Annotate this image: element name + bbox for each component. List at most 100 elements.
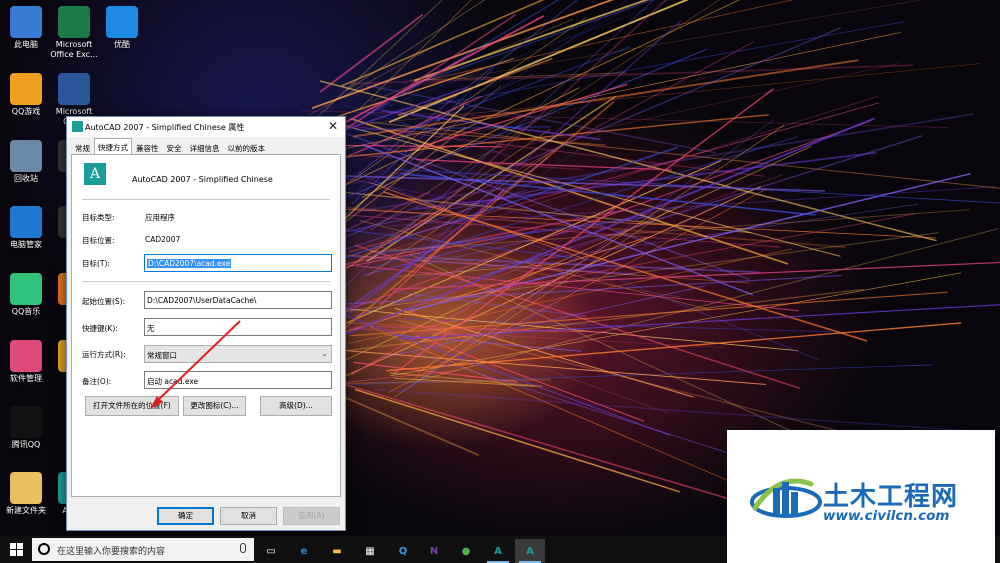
taskbar-item[interactable]: ● bbox=[451, 539, 481, 563]
taskbar-item[interactable]: ▦ bbox=[355, 539, 385, 563]
target-label: 目标(T): bbox=[82, 259, 110, 268]
qq-music-icon bbox=[10, 273, 42, 305]
browser-q-icon: Q bbox=[398, 545, 408, 557]
shortcut-key-label: 快捷键(K): bbox=[82, 324, 118, 333]
run-select[interactable]: 常规窗口 ⌄ bbox=[144, 345, 332, 363]
pc-manager-icon bbox=[10, 206, 42, 238]
light-ray bbox=[406, 228, 999, 384]
start-button[interactable] bbox=[10, 543, 23, 556]
taskbar-item[interactable]: ▭ bbox=[256, 539, 286, 563]
light-ray bbox=[390, 272, 962, 377]
shortcut-key-field[interactable]: 无 bbox=[144, 318, 332, 336]
word-icon bbox=[58, 73, 90, 105]
taskbar-item[interactable]: ▬ bbox=[322, 539, 352, 563]
dialog-titlebar[interactable]: AutoCAD 2007 - Simplified Chinese 属性 ✕ bbox=[67, 117, 345, 137]
tab-compatibility[interactable]: 兼容性 bbox=[132, 140, 163, 154]
tab-previous-versions[interactable]: 以前的版本 bbox=[224, 140, 270, 154]
start-in-field[interactable]: D:\CAD2007\UserDataCache\ bbox=[144, 291, 332, 309]
chevron-down-icon: ⌄ bbox=[321, 349, 328, 358]
store-icon: ▦ bbox=[365, 545, 375, 557]
taskbar-search-box[interactable]: 在这里输入你要搜索的内容 bbox=[32, 538, 254, 561]
desktop-shortcut[interactable]: QQ游戏 bbox=[0, 73, 52, 117]
taskbar-item[interactable]: N bbox=[419, 539, 449, 563]
civilcn-logo-icon bbox=[750, 478, 822, 518]
target-location-value: CAD2007 bbox=[145, 235, 181, 244]
light-ray bbox=[327, 32, 901, 153]
light-ray bbox=[410, 119, 774, 387]
desktop-shortcut[interactable]: 回收站 bbox=[0, 140, 52, 184]
software-manager-icon bbox=[10, 340, 42, 372]
divider bbox=[82, 281, 330, 282]
desktop-shortcut[interactable]: Microsoft Office Exc... bbox=[48, 6, 100, 60]
target-location-label: 目标位置: bbox=[82, 236, 115, 245]
close-icon[interactable]: ✕ bbox=[321, 117, 345, 137]
youku-icon bbox=[106, 6, 138, 38]
green-app-icon: ● bbox=[461, 545, 471, 557]
divider bbox=[82, 199, 330, 200]
target-field[interactable]: D:\CAD2007\acad.exe bbox=[144, 254, 332, 272]
comment-field[interactable]: 启动 acad.exe bbox=[144, 371, 332, 389]
run-select-value: 常规窗口 bbox=[147, 351, 177, 360]
desktop-shortcut-label: 腾讯QQ bbox=[11, 440, 41, 449]
tab-strip: 常规 快捷方式 兼容性 安全 详细信息 以前的版本 bbox=[71, 138, 270, 154]
light-ray bbox=[365, 84, 717, 154]
desktop-shortcut[interactable]: 软件管理 bbox=[0, 340, 52, 384]
folder-icon bbox=[10, 472, 42, 504]
open-file-location-button[interactable]: 打开文件所在的位置(F) bbox=[85, 396, 179, 416]
light-ray bbox=[352, 59, 859, 138]
taskbar-item[interactable]: e bbox=[289, 539, 319, 563]
light-ray bbox=[310, 17, 587, 210]
advanced-button[interactable]: 高级(D)... bbox=[260, 396, 332, 416]
desktop-shortcut[interactable]: 此电脑 bbox=[0, 6, 52, 50]
target-field-value: D:\CAD2007\acad.exe bbox=[147, 259, 232, 268]
microphone-icon[interactable] bbox=[240, 543, 246, 553]
dialog-title: AutoCAD 2007 - Simplified Chinese 属性 bbox=[85, 123, 245, 132]
taskbar-item[interactable]: A bbox=[483, 539, 513, 563]
watermark-url: www.civilcn.com bbox=[823, 508, 950, 524]
desktop-shortcut-label: 优酷 bbox=[114, 40, 130, 49]
qq-game-icon bbox=[10, 73, 42, 105]
desktop-shortcut-label: 此电脑 bbox=[14, 40, 38, 49]
desktop-shortcut[interactable]: QQ音乐 bbox=[0, 273, 52, 317]
watermark: 土木工程网 www.civilcn.com bbox=[727, 430, 995, 563]
desktop-shortcut-label: 新建文件夹 bbox=[6, 506, 46, 515]
desktop-shortcut-label: QQ游戏 bbox=[11, 107, 41, 116]
desktop-shortcut-label: 电脑管家 bbox=[10, 240, 42, 249]
excel-icon bbox=[58, 6, 90, 38]
light-ray bbox=[303, 259, 799, 312]
tab-general[interactable]: 常规 bbox=[71, 140, 94, 154]
desktop-shortcut-label: 回收站 bbox=[14, 174, 38, 183]
desktop-shortcut[interactable]: 腾讯QQ bbox=[0, 406, 52, 450]
change-icon-button[interactable]: 更改图标(C)... bbox=[183, 396, 246, 416]
taskbar-item[interactable]: A bbox=[515, 539, 545, 563]
shortcut-panel: A AutoCAD 2007 - Simplified Chinese 目标类型… bbox=[71, 154, 341, 497]
edge-icon: e bbox=[300, 545, 308, 557]
desktop-shortcut[interactable]: 优酷 bbox=[96, 6, 148, 50]
autocad-small-icon bbox=[72, 121, 83, 132]
tab-details[interactable]: 详细信息 bbox=[186, 140, 224, 154]
onenote-icon: N bbox=[429, 545, 439, 557]
desktop-shortcut[interactable]: 新建文件夹 bbox=[0, 472, 52, 516]
run-label: 运行方式(R): bbox=[82, 350, 126, 359]
light-ray bbox=[354, 388, 680, 493]
ok-button[interactable]: 确定 bbox=[157, 507, 214, 525]
tab-shortcut[interactable]: 快捷方式 bbox=[94, 138, 132, 154]
cancel-button[interactable]: 取消 bbox=[220, 507, 277, 525]
tab-security[interactable]: 安全 bbox=[163, 140, 186, 154]
target-type-value: 应用程序 bbox=[145, 213, 175, 222]
shortcut-name: AutoCAD 2007 - Simplified Chinese bbox=[132, 175, 273, 184]
apply-button[interactable]: 应用(A) bbox=[283, 507, 340, 525]
computer-icon bbox=[10, 6, 42, 38]
desktop-shortcut[interactable]: 电脑管家 bbox=[0, 206, 52, 250]
autocad-large-icon: A bbox=[84, 163, 106, 185]
taskbar-item[interactable]: Q bbox=[388, 539, 418, 563]
search-placeholder: 在这里输入你要搜索的内容 bbox=[57, 547, 166, 557]
target-type-label: 目标类型: bbox=[82, 213, 115, 222]
light-ray bbox=[370, 0, 720, 231]
light-ray bbox=[302, 174, 784, 347]
desktop-shortcut-label: Microsoft Office Exc... bbox=[50, 40, 98, 59]
properties-dialog: AutoCAD 2007 - Simplified Chinese 属性 ✕ 常… bbox=[66, 116, 346, 531]
light-ray bbox=[302, 346, 767, 385]
light-ray bbox=[396, 304, 1000, 340]
cortana-icon bbox=[38, 543, 50, 555]
